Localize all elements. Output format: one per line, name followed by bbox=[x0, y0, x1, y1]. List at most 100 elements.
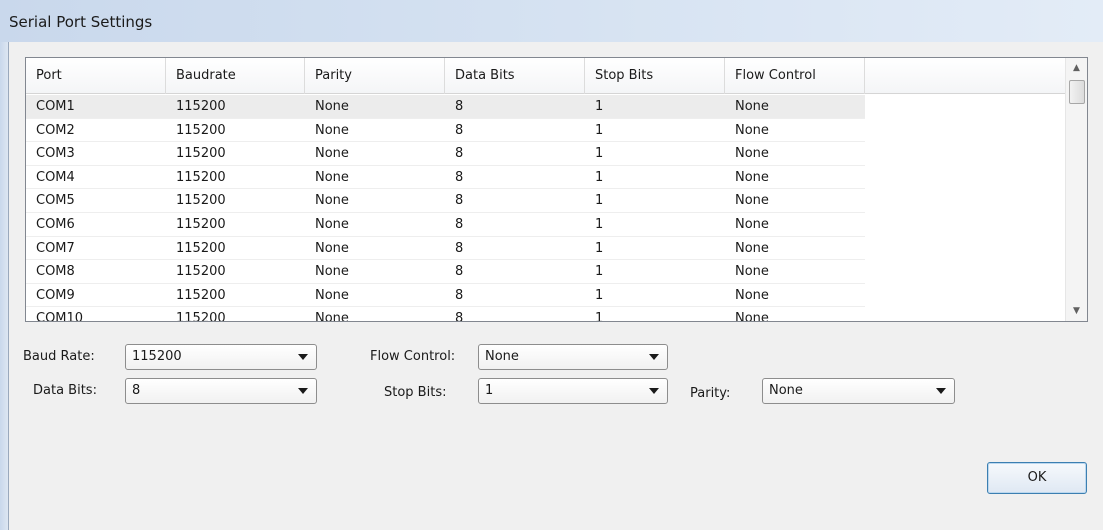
ok-button[interactable]: OK bbox=[987, 462, 1087, 494]
cell-data-bits: 8 bbox=[455, 193, 464, 209]
column-header-baudrate[interactable]: Baudrate bbox=[166, 58, 305, 94]
cell-stop-bits: 1 bbox=[595, 240, 604, 256]
table-row[interactable]: COM3 115200 None 8 1 None bbox=[26, 142, 1066, 166]
cell-flow-control: None bbox=[735, 146, 769, 162]
column-header-stop-bits[interactable]: Stop Bits bbox=[585, 58, 725, 94]
cell-parity: None bbox=[315, 240, 349, 256]
cell-port: COM8 bbox=[36, 264, 75, 280]
stop-bits-label: Stop Bits: bbox=[384, 385, 447, 400]
cell-flow-control: None bbox=[735, 311, 769, 322]
cell-baudrate: 115200 bbox=[176, 122, 226, 138]
cell-stop-bits: 1 bbox=[595, 99, 604, 114]
cell-baudrate: 115200 bbox=[176, 240, 226, 256]
column-header-flow-control[interactable]: Flow Control bbox=[725, 58, 865, 94]
cell-stop-bits: 1 bbox=[595, 217, 604, 232]
title-bar: Serial Port Settings bbox=[0, 0, 1103, 42]
cell-baudrate: 115200 bbox=[176, 311, 226, 322]
table-row[interactable]: COM8 115200 None 8 1 None bbox=[26, 260, 1066, 284]
column-header-parity[interactable]: Parity bbox=[305, 58, 445, 94]
window-title: Serial Port Settings bbox=[9, 13, 153, 31]
cell-flow-control: None bbox=[735, 99, 769, 114]
table-row[interactable]: COM10 115200 None 8 1 None bbox=[26, 307, 1066, 322]
table-row[interactable]: COM9 115200 None 8 1 None bbox=[26, 284, 1066, 308]
cell-data-bits: 8 bbox=[455, 122, 464, 138]
chevron-down-icon bbox=[649, 354, 659, 360]
baud-rate-select[interactable]: 115200 bbox=[125, 344, 317, 370]
cell-parity: None bbox=[315, 287, 349, 303]
cell-parity: None bbox=[315, 311, 349, 322]
cell-port: COM2 bbox=[36, 122, 75, 138]
cell-parity: None bbox=[315, 193, 349, 209]
table-row[interactable]: COM4 115200 None 8 1 None bbox=[26, 166, 1066, 190]
window-frame-left bbox=[0, 42, 9, 530]
cell-data-bits: 8 bbox=[455, 287, 464, 303]
cell-flow-control: None bbox=[735, 264, 769, 280]
flow-control-select[interactable]: None bbox=[478, 344, 668, 370]
parity-select[interactable]: None bbox=[762, 378, 955, 404]
cell-flow-control: None bbox=[735, 287, 769, 303]
table-row[interactable]: COM7 115200 None 8 1 None bbox=[26, 237, 1066, 261]
cell-flow-control: None bbox=[735, 217, 769, 232]
column-header-port[interactable]: Port bbox=[26, 58, 166, 94]
data-bits-select[interactable]: 8 bbox=[125, 378, 317, 404]
cell-parity: None bbox=[315, 122, 349, 138]
cell-port: COM10 bbox=[36, 311, 84, 322]
stop-bits-select[interactable]: 1 bbox=[478, 378, 668, 404]
cell-data-bits: 8 bbox=[455, 217, 464, 232]
cell-data-bits: 8 bbox=[455, 146, 464, 162]
cell-stop-bits: 1 bbox=[595, 264, 604, 280]
cell-parity: None bbox=[315, 146, 349, 162]
ports-list-view[interactable]: Port Baudrate Parity Data Bits Stop Bits… bbox=[25, 57, 1088, 322]
chevron-down-icon bbox=[936, 388, 946, 394]
cell-parity: None bbox=[315, 169, 349, 185]
baud-rate-value: 115200 bbox=[132, 349, 182, 364]
cell-baudrate: 115200 bbox=[176, 193, 226, 209]
list-body: COM1 115200 None 8 1 None COM2 115200 None 8 1 None… bbox=[26, 95, 1066, 322]
chevron-down-icon bbox=[298, 354, 308, 360]
cell-stop-bits: 1 bbox=[595, 311, 604, 322]
cell-baudrate: 115200 bbox=[176, 287, 226, 303]
cell-parity: None bbox=[315, 217, 349, 232]
table-row[interactable]: COM1 115200 None 8 1 None bbox=[26, 95, 1066, 119]
chevron-down-icon[interactable]: ▼ bbox=[1066, 301, 1087, 321]
cell-port: COM6 bbox=[36, 217, 75, 232]
cell-parity: None bbox=[315, 264, 349, 280]
flow-control-value: None bbox=[485, 349, 519, 364]
cell-data-bits: 8 bbox=[455, 99, 464, 114]
parity-value: None bbox=[769, 383, 803, 398]
cell-flow-control: None bbox=[735, 169, 769, 185]
table-row[interactable]: COM5 115200 None 8 1 None bbox=[26, 189, 1066, 213]
flow-control-label: Flow Control: bbox=[370, 349, 456, 364]
table-row[interactable]: COM2 115200 None 8 1 None bbox=[26, 119, 1066, 143]
cell-flow-control: None bbox=[735, 122, 769, 138]
parity-label: Parity: bbox=[690, 386, 731, 401]
cell-port: COM5 bbox=[36, 193, 75, 209]
cell-baudrate: 115200 bbox=[176, 99, 226, 114]
cell-stop-bits: 1 bbox=[595, 146, 604, 162]
cell-port: COM7 bbox=[36, 240, 75, 256]
cell-data-bits: 8 bbox=[455, 169, 464, 185]
list-header: Port Baudrate Parity Data Bits Stop Bits… bbox=[26, 58, 1066, 94]
cell-baudrate: 115200 bbox=[176, 146, 226, 162]
cell-port: COM9 bbox=[36, 287, 75, 303]
table-row[interactable]: COM6 115200 None 8 1 None bbox=[26, 213, 1066, 237]
cell-data-bits: 8 bbox=[455, 311, 464, 322]
chevron-up-icon[interactable]: ▲ bbox=[1066, 58, 1087, 78]
column-header-data-bits[interactable]: Data Bits bbox=[445, 58, 585, 94]
cell-data-bits: 8 bbox=[455, 240, 464, 256]
vertical-scrollbar[interactable]: ▲ ▼ bbox=[1065, 58, 1087, 321]
cell-baudrate: 115200 bbox=[176, 217, 226, 232]
cell-stop-bits: 1 bbox=[595, 193, 604, 209]
chevron-down-icon bbox=[298, 388, 308, 394]
cell-data-bits: 8 bbox=[455, 264, 464, 280]
cell-flow-control: None bbox=[735, 240, 769, 256]
data-bits-value: 8 bbox=[132, 383, 141, 398]
stop-bits-value: 1 bbox=[485, 383, 494, 398]
cell-flow-control: None bbox=[735, 193, 769, 209]
cell-port: COM1 bbox=[36, 99, 75, 114]
scrollbar-thumb[interactable] bbox=[1069, 80, 1085, 104]
cell-port: COM3 bbox=[36, 146, 75, 162]
chevron-down-icon bbox=[649, 388, 659, 394]
cell-baudrate: 115200 bbox=[176, 264, 226, 280]
cell-stop-bits: 1 bbox=[595, 169, 604, 185]
